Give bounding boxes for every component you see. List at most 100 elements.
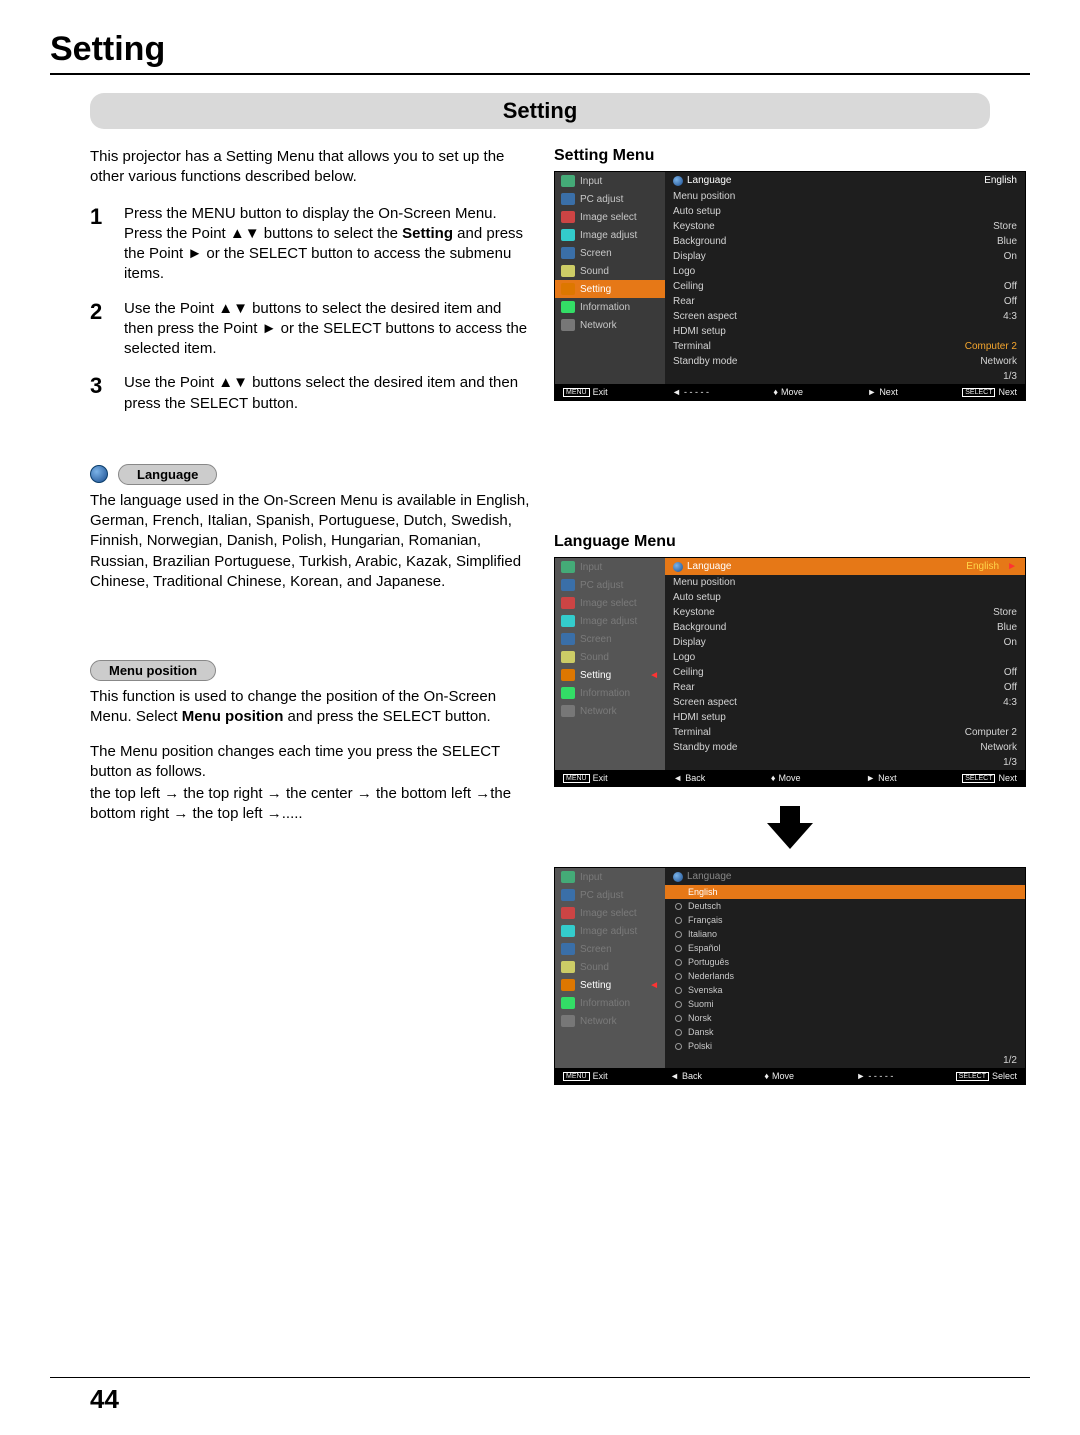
osd-setting-row: Screen aspect4:3 [665, 309, 1025, 324]
menu-icon [561, 1015, 575, 1027]
osd-nav-item: Network [555, 1012, 665, 1030]
osd-setting-row: TerminalComputer 2 [665, 725, 1025, 740]
osd-nav-item: Screen [555, 244, 665, 262]
osd-nav-item: Input [555, 868, 665, 886]
menu-icon [561, 979, 575, 991]
menu-icon [561, 193, 575, 205]
osd-nav-item: Screen [555, 630, 665, 648]
intro-text: This projector has a Setting Menu that a… [90, 147, 530, 188]
osd-nav-item: PC adjust [555, 190, 665, 208]
osd-setting-row: KeystoneStore [665, 219, 1025, 234]
language-option: Svenska [665, 983, 1025, 997]
down-arrow-icon [765, 801, 815, 851]
language-option: English [665, 885, 1025, 899]
language-option: Português [665, 955, 1025, 969]
step-text: Use the Point ▲▼ buttons select the desi… [124, 373, 530, 414]
menu-icon [561, 961, 575, 973]
menu-icon [561, 247, 575, 259]
osd-setting-row: DisplayOn [665, 635, 1025, 650]
step-item: 1 Press the MENU button to display the O… [90, 204, 530, 285]
osd-setting-row: Menu position [665, 575, 1025, 590]
osd-nav-item: Setting◄ [555, 666, 665, 684]
osd-nav-item: Setting◄ [555, 976, 665, 994]
language-pill: Language [118, 464, 217, 485]
menu-icon [561, 907, 575, 919]
step-text: Press the MENU button to display the On-… [124, 204, 530, 285]
language-option: Deutsch [665, 899, 1025, 913]
osd-nav-item: Sound [555, 262, 665, 280]
language-option: Suomi [665, 997, 1025, 1011]
osd-setting-row: Menu position [665, 189, 1025, 204]
osd-setting-row: KeystoneStore [665, 605, 1025, 620]
language-menu-screenshot-2: InputPC adjustImage selectImage adjustSc… [554, 867, 1026, 1085]
osd-nav-item: Image select [555, 208, 665, 226]
rule [50, 73, 1030, 75]
menu-position-p1: This function is used to change the posi… [90, 687, 530, 728]
osd-nav-item: Input [555, 172, 665, 190]
osd-nav-item: Image select [555, 904, 665, 922]
osd-nav-item: Image adjust [555, 612, 665, 630]
osd-nav-item: Image adjust [555, 922, 665, 940]
osd-setting-row: HDMI setup [665, 710, 1025, 725]
osd-setting-row: Auto setup [665, 590, 1025, 605]
menu-position-p2: The Menu position changes each time you … [90, 742, 530, 783]
language-option: Italiano [665, 927, 1025, 941]
osd-nav-item: PC adjust [555, 576, 665, 594]
step-text: Use the Point ▲▼ buttons to select the d… [124, 299, 530, 360]
osd-setting-row: DisplayOn [665, 249, 1025, 264]
menu-icon [561, 301, 575, 313]
menu-icon [561, 871, 575, 883]
osd-nav-item: Information [555, 684, 665, 702]
menu-icon [561, 175, 575, 187]
step-number: 3 [90, 373, 110, 414]
globe-icon [673, 562, 683, 572]
page-number: 44 [50, 1384, 1030, 1415]
menu-icon [561, 669, 575, 681]
osd-nav-item: Image adjust [555, 226, 665, 244]
osd-nav-item: Sound [555, 958, 665, 976]
menu-icon [561, 283, 575, 295]
menu-icon [561, 615, 575, 627]
menu-icon [561, 687, 575, 699]
osd-setting-row: CeilingOff [665, 279, 1025, 294]
osd-setting-row: HDMI setup [665, 324, 1025, 339]
osd-setting-row: Screen aspect4:3 [665, 695, 1025, 710]
menu-icon [561, 705, 575, 717]
step-number: 2 [90, 299, 110, 360]
setting-menu-title: Setting Menu [554, 147, 1026, 165]
menu-icon [561, 319, 575, 331]
osd-nav-item: Image select [555, 594, 665, 612]
osd-nav-item: Network [555, 316, 665, 334]
osd-setting-row: BackgroundBlue [665, 234, 1025, 249]
menu-icon [561, 925, 575, 937]
osd-setting-row: TerminalComputer 2 [665, 339, 1025, 354]
step-item: 2 Use the Point ▲▼ buttons to select the… [90, 299, 530, 360]
osd-setting-row: BackgroundBlue [665, 620, 1025, 635]
page-title: Setting [50, 30, 1030, 69]
osd-nav-item: Information [555, 298, 665, 316]
language-menu-title: Language Menu [554, 533, 1026, 551]
menu-icon [561, 265, 575, 277]
step-item: 3 Use the Point ▲▼ buttons select the de… [90, 373, 530, 414]
menu-icon [561, 889, 575, 901]
osd-setting-row: CeilingOff [665, 665, 1025, 680]
osd-setting-row: RearOff [665, 294, 1025, 309]
menu-icon [561, 561, 575, 573]
setting-menu-screenshot: InputPC adjustImage selectImage adjustSc… [554, 171, 1026, 401]
section-heading: Setting [90, 93, 990, 129]
osd-nav-item: Sound [555, 648, 665, 666]
language-text: The language used in the On-Screen Menu … [90, 491, 530, 592]
osd-setting-row: Logo [665, 650, 1025, 665]
menu-icon [561, 997, 575, 1009]
menu-icon [561, 229, 575, 241]
menu-icon [561, 633, 575, 645]
language-option: Nederlands [665, 969, 1025, 983]
menu-position-pill: Menu position [90, 660, 216, 681]
osd-setting-row: Standby modeNetwork [665, 354, 1025, 369]
globe-icon [673, 176, 683, 186]
osd-nav-item: Network [555, 702, 665, 720]
menu-icon [561, 211, 575, 223]
osd-setting-row: Standby modeNetwork [665, 740, 1025, 755]
osd-nav-item: Information [555, 994, 665, 1012]
osd-nav-item: Screen [555, 940, 665, 958]
